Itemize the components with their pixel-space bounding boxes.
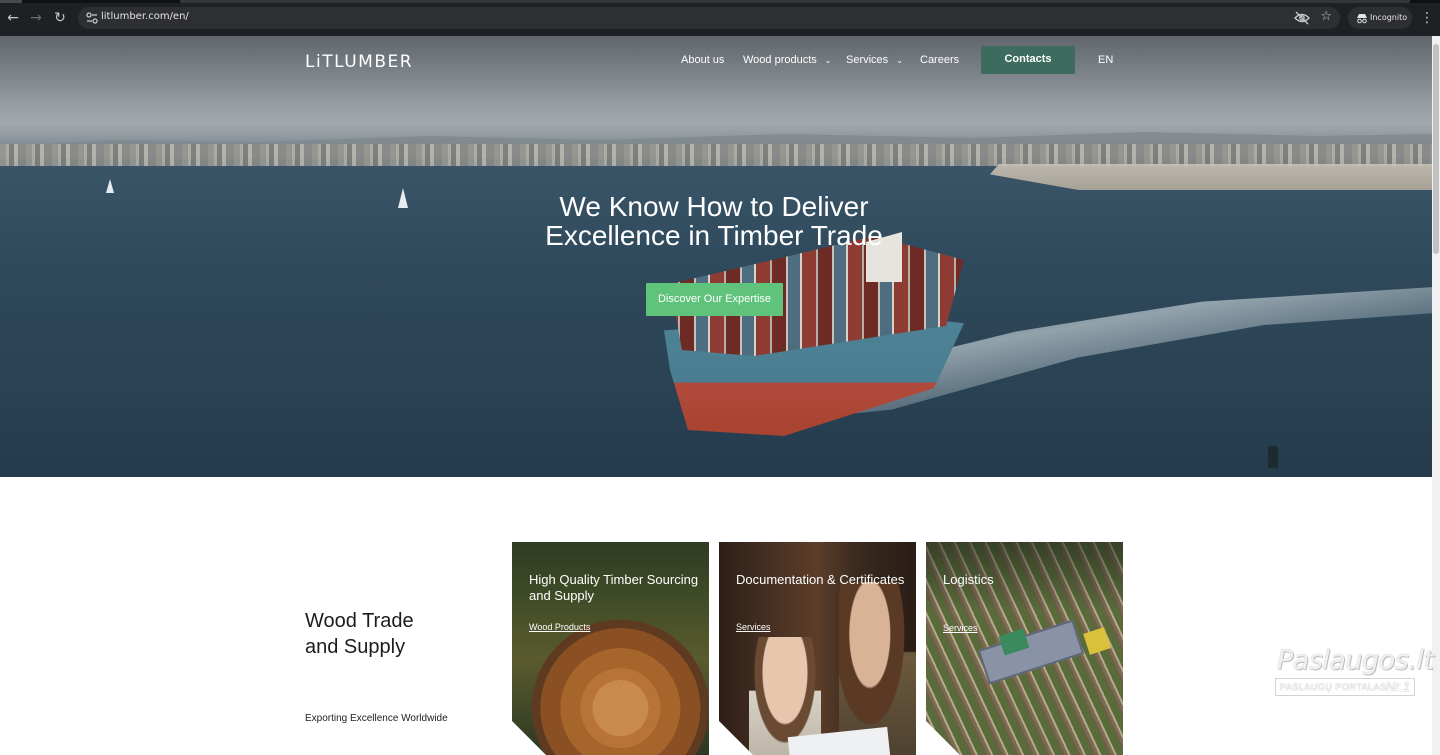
nav-wood-products-label: Wood products: [743, 54, 817, 66]
back-arrow-icon[interactable]: ←: [3, 9, 23, 27]
scrollbar-thumb[interactable]: [1433, 44, 1439, 254]
hero-title-line-1: We Know How to Deliver: [559, 191, 869, 222]
watermark-tagline: PASLAUGŲ PORTALAS: [1280, 682, 1387, 692]
incognito-icon: [1357, 14, 1367, 24]
watermark-bar: PASLAUGŲ PORTALAS Nr.1: [1275, 678, 1415, 696]
paslaugos-watermark: Paslaugos.lt PASLAUGŲ PORTALAS Nr.1: [1275, 645, 1434, 701]
nav-about-us[interactable]: About us: [681, 54, 724, 66]
nav-careers[interactable]: Careers: [920, 54, 959, 66]
chevron-down-icon: ⌄: [896, 56, 903, 65]
eye-off-icon[interactable]: [1294, 11, 1310, 25]
browser-toolbar: ← → ↻ litlumber.com/en/ ☆ Incognito ⋮: [0, 0, 1440, 36]
card-link-services[interactable]: Services: [736, 622, 771, 632]
hero-title-line-2: Excellence in Timber Trade: [545, 220, 883, 251]
site-info-icon[interactable]: [84, 10, 100, 26]
section-title: Wood Trade and Supply: [305, 608, 414, 660]
section-title-line-2: and Supply: [305, 636, 406, 658]
card-timber-sourcing[interactable]: High Quality Timber Sourcing and Supply …: [512, 542, 709, 755]
star-icon[interactable]: ☆: [1320, 9, 1332, 24]
contacts-button[interactable]: Contacts: [981, 46, 1075, 74]
active-tab-edge[interactable]: [0, 0, 22, 3]
address-bar[interactable]: litlumber.com/en/ ☆: [78, 7, 1340, 29]
tab-strip: [0, 0, 1440, 3]
incognito-label: Incognito: [1370, 13, 1408, 22]
forward-arrow-icon[interactable]: →: [26, 9, 46, 27]
hero-section: LiTLUMBER About us Wood products ⌄ Servic…: [0, 36, 1432, 477]
card-documentation[interactable]: Documentation & Certificates Services: [719, 542, 916, 755]
tab-edge[interactable]: [180, 0, 1410, 3]
card-logistics[interactable]: Logistics Services: [926, 542, 1123, 755]
section-title-line-1: Wood Trade: [305, 610, 414, 632]
nav-services-label: Services: [846, 54, 889, 66]
incognito-badge[interactable]: Incognito: [1348, 7, 1412, 29]
hero-sky-shade: [0, 36, 1432, 146]
nav-services[interactable]: Services ⌄: [846, 54, 903, 66]
reload-icon[interactable]: ↻: [50, 9, 70, 27]
language-switcher[interactable]: EN: [1098, 54, 1113, 66]
hero-title: We Know How to Deliver Excellence in Tim…: [514, 192, 914, 250]
kebab-menu-icon[interactable]: ⋮: [1420, 9, 1434, 27]
card-title: High Quality Timber Sourcing and Supply: [529, 572, 699, 603]
watermark-rank: Nr.1: [1385, 679, 1410, 694]
hero-shore: [990, 164, 1432, 190]
section-subtitle: Exporting Excellence Worldwide: [305, 713, 448, 724]
card-title: Logistics: [943, 572, 994, 587]
url-text[interactable]: litlumber.com/en/: [101, 11, 189, 22]
page-viewport: LiTLUMBER About us Wood products ⌄ Servic…: [0, 36, 1440, 755]
discover-expertise-button[interactable]: Discover Our Expertise: [646, 283, 783, 316]
chevron-down-icon: ⌄: [824, 56, 832, 65]
watermark-brand: Paslaugos.lt: [1277, 645, 1434, 676]
nav-wood-products[interactable]: Wood products ⌄: [743, 54, 832, 66]
card-link-wood-products[interactable]: Wood Products: [529, 622, 590, 632]
site-logo[interactable]: LiTLUMBER: [305, 52, 413, 72]
buoy: [1268, 446, 1278, 468]
card-title: Documentation & Certificates: [736, 572, 905, 587]
card-link-services[interactable]: Services: [943, 623, 978, 633]
